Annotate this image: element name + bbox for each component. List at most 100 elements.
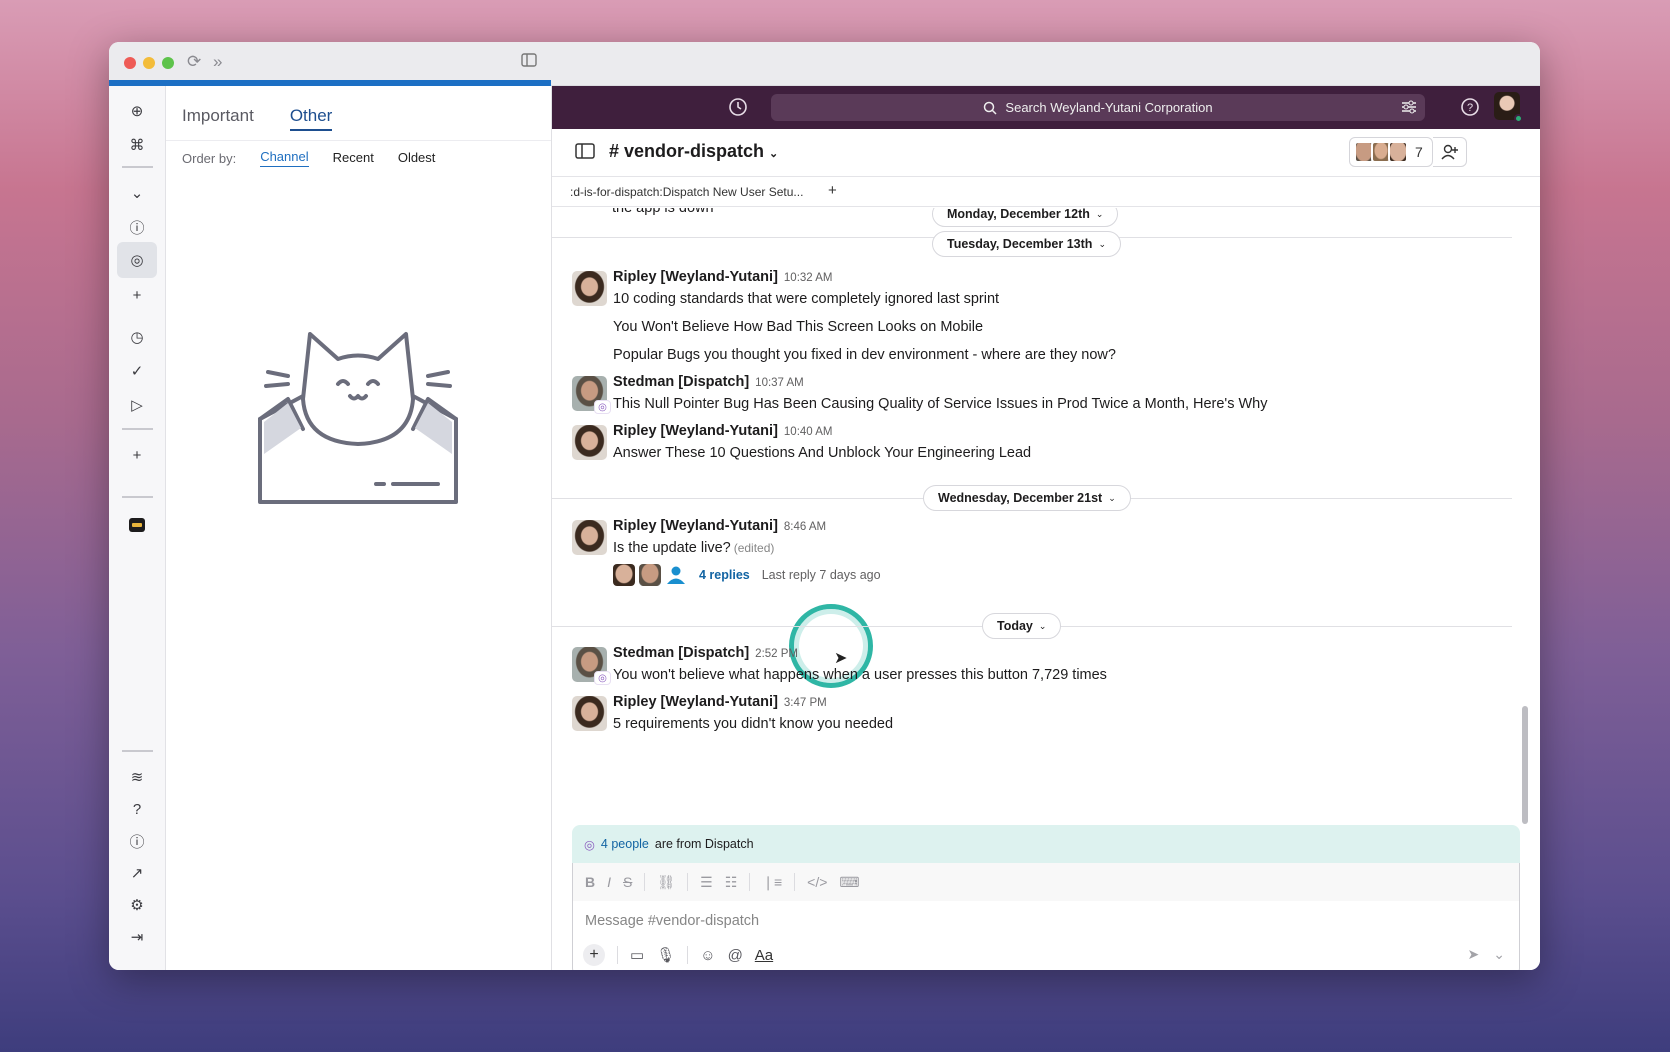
minimize-window-button[interactable] xyxy=(143,57,155,69)
learn-icon[interactable]: ≋ xyxy=(126,766,148,788)
message-time[interactable]: 10:40 AM xyxy=(784,426,833,438)
user-avatar[interactable] xyxy=(1494,92,1523,123)
settings-gear-icon[interactable]: ⚙ xyxy=(126,894,148,916)
new-message-icon[interactable]: ⊕ xyxy=(126,100,148,122)
share-icon[interactable]: ↗ xyxy=(126,862,148,884)
order-oldest-option[interactable]: Oldest xyxy=(398,150,436,167)
command-icon[interactable]: ⌘ xyxy=(126,134,148,156)
microphone-icon[interactable]: 🎙 xyxy=(656,946,675,964)
video-clip-icon[interactable]: ▭ xyxy=(630,946,644,964)
message-author[interactable]: Ripley [Weyland-Yutani] 10:40 AM xyxy=(613,423,833,439)
rail-divider xyxy=(122,496,153,498)
avatar[interactable]: ◎ xyxy=(572,647,611,685)
people-link[interactable]: 4 people xyxy=(601,837,649,851)
add-icon[interactable]: + xyxy=(126,284,148,306)
clock-icon[interactable]: ◷ xyxy=(126,326,148,348)
message-time[interactable]: 3:47 PM xyxy=(784,697,827,709)
message-text: 10 coding standards that were completely… xyxy=(613,291,1000,307)
sidebar-layout-icon[interactable] xyxy=(521,52,537,72)
order-channel-option[interactable]: Channel xyxy=(260,149,309,167)
logout-icon[interactable]: ⇥ xyxy=(126,926,148,948)
italic-icon[interactable]: I xyxy=(607,874,611,890)
external-org-icon: ◎ xyxy=(594,400,611,414)
message-author[interactable]: Stedman [Dispatch] 10:37 AM xyxy=(613,374,804,390)
chevron-down-icon: ⌄ xyxy=(769,148,779,160)
link-icon[interactable]: ⛓ xyxy=(657,874,675,891)
order-recent-option[interactable]: Recent xyxy=(333,150,374,167)
send-icon[interactable]: ➤ xyxy=(1468,946,1480,963)
formatting-toolbar: B I S ⛓ ☰ ☷ ❘≡ </> ⌨ xyxy=(573,863,1519,901)
attach-plus-icon[interactable]: + xyxy=(583,944,605,966)
day-label: Wednesday, December 21st xyxy=(938,491,1103,505)
send-icon[interactable]: ▷ xyxy=(126,394,148,416)
blockquote-icon[interactable]: ❘≡ xyxy=(762,874,782,891)
avatar[interactable] xyxy=(572,271,607,306)
rail-divider xyxy=(122,750,153,752)
help-circle-icon[interactable]: ? xyxy=(1460,97,1480,117)
important-icon[interactable]: ⓘ xyxy=(126,216,148,238)
day-pill-tuesday[interactable]: Tuesday, December 13th ⌄ xyxy=(932,231,1121,257)
message-time[interactable]: 10:32 AM xyxy=(784,272,833,284)
tab-important[interactable]: Important xyxy=(182,106,254,131)
ordered-list-icon[interactable]: ☰ xyxy=(700,874,713,891)
message-input[interactable]: Message #vendor-dispatch xyxy=(585,913,759,929)
avatar[interactable]: ◎ xyxy=(572,376,611,414)
bulleted-list-icon[interactable]: ☷ xyxy=(725,874,738,891)
replies-link[interactable]: 4 replies xyxy=(699,568,750,582)
message-author[interactable]: Ripley [Weyland-Yutani] 3:47 PM xyxy=(613,694,827,710)
avatar[interactable] xyxy=(572,520,607,555)
avatar[interactable] xyxy=(572,425,607,460)
inbox-other-icon[interactable]: ◎ xyxy=(117,242,157,278)
code-block-icon[interactable]: ⌨ xyxy=(839,874,859,891)
help-icon[interactable]: ? xyxy=(126,798,148,820)
code-icon[interactable]: </> xyxy=(807,874,827,890)
history-clock-icon[interactable] xyxy=(728,97,748,117)
day-pill-wednesday[interactable]: Wednesday, December 21st ⌄ xyxy=(923,485,1131,511)
add-bookmark-button[interactable]: + xyxy=(828,182,837,199)
strikethrough-icon[interactable]: S xyxy=(623,874,632,890)
avatar[interactable] xyxy=(572,696,607,731)
slack-workspace-icon[interactable] xyxy=(126,514,148,536)
chevron-down-icon[interactable]: ⌄ xyxy=(126,182,148,204)
bold-icon[interactable]: B xyxy=(585,874,595,890)
slack-main: Search Weyland-Yutani Corporation ? # ve… xyxy=(552,86,1540,970)
tab-other[interactable]: Other xyxy=(289,106,333,131)
day-pill-today[interactable]: Today ⌄ xyxy=(982,613,1062,639)
message-author[interactable]: Ripley [Weyland-Yutani] 10:32 AM xyxy=(613,269,833,285)
check-icon[interactable]: ✓ xyxy=(126,360,148,382)
toggle-sidebar-icon[interactable] xyxy=(575,143,595,159)
search-bar[interactable]: Search Weyland-Yutani Corporation xyxy=(771,94,1425,121)
toolbar-separator xyxy=(749,873,751,891)
formatting-toggle[interactable]: Aa xyxy=(755,947,773,964)
top-bar: Search Weyland-Yutani Corporation ? xyxy=(552,86,1540,129)
reload-icon[interactable]: ⟳ xyxy=(187,52,201,72)
partial-message-text: the app is down xyxy=(612,208,714,216)
info-icon[interactable]: ⓘ xyxy=(126,830,148,852)
icon-rail: ⊕ ⌘ ⌄ ⓘ ◎ + ◷ ✓ ▷ + ≋ ? ⓘ ↗ ⚙ ⇥ xyxy=(109,86,166,970)
mention-icon[interactable]: @ xyxy=(728,947,743,964)
channel-name[interactable]: # vendor-dispatch ⌄ xyxy=(609,141,778,162)
reply-avatar xyxy=(613,564,635,586)
toolbar-separator xyxy=(794,873,796,891)
message-author[interactable]: Stedman [Dispatch] 2:52 PM xyxy=(613,645,798,661)
add-workspace-icon[interactable]: + xyxy=(126,444,148,466)
message-text: Is the update live? (edited) xyxy=(613,540,774,556)
chevron-down-icon[interactable]: ⌄ xyxy=(1493,946,1505,963)
message-time[interactable]: 10:37 AM xyxy=(755,377,804,389)
zoom-window-button[interactable] xyxy=(162,57,174,69)
feed-scrollbar[interactable] xyxy=(1522,706,1528,824)
search-filter-icon[interactable] xyxy=(1401,99,1417,115)
thread-summary[interactable]: 4 replies Last reply 7 days ago xyxy=(613,564,881,586)
message-time[interactable]: 2:52 PM xyxy=(755,648,798,660)
forward-icon[interactable]: » xyxy=(213,52,222,72)
day-pill-monday[interactable]: Monday, December 12th ⌄ xyxy=(932,208,1119,227)
message-author[interactable]: Ripley [Weyland-Yutani] 8:46 AM xyxy=(613,518,826,534)
person-icon xyxy=(665,564,687,586)
members-button[interactable]: 7 xyxy=(1349,137,1433,167)
message-time[interactable]: 8:46 AM xyxy=(784,521,826,533)
close-window-button[interactable] xyxy=(124,57,136,69)
bookmark-link[interactable]: :d-is-for-dispatch:Dispatch New User Set… xyxy=(570,185,803,199)
last-reply-text: Last reply 7 days ago xyxy=(761,568,881,582)
emoji-icon[interactable]: ☺ xyxy=(700,947,715,964)
add-member-button[interactable] xyxy=(1433,137,1467,167)
